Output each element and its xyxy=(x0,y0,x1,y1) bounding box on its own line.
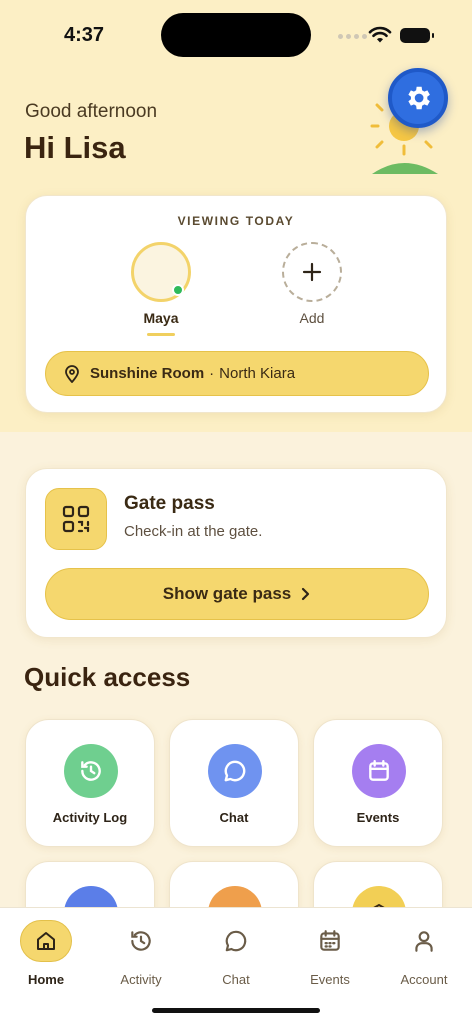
selected-child-indicator xyxy=(147,333,175,336)
nav-account[interactable]: Account xyxy=(384,920,464,987)
gear-icon xyxy=(408,86,430,110)
quick-access-tile-events[interactable]: Events xyxy=(313,719,443,847)
calendar-icon xyxy=(304,920,356,962)
bottom-navigation: Home Activity Chat Events Account xyxy=(0,907,472,1024)
tile-label: Events xyxy=(356,810,400,825)
gate-pass-subtitle: Check-in at the gate. xyxy=(124,523,263,540)
show-gate-pass-button[interactable]: Show gate pass xyxy=(45,568,429,620)
nav-activity[interactable]: Activity xyxy=(101,920,181,987)
greeting-text: Good afternoon xyxy=(25,101,158,122)
status-indicators xyxy=(338,26,438,46)
nav-events-label: Events xyxy=(310,972,350,987)
viewing-today-card: VIEWING TODAY Maya Add Sunshine Room · N… xyxy=(25,195,447,413)
calendar-icon xyxy=(352,744,406,798)
gate-pass-title: Gate pass xyxy=(124,493,215,514)
dynamic-island xyxy=(161,13,311,57)
user-greeting-name: Hi Lisa xyxy=(24,130,126,165)
quick-access-tile-activity-log[interactable]: Activity Log xyxy=(25,719,155,847)
add-child-button[interactable] xyxy=(282,242,342,302)
nav-activity-label: Activity xyxy=(120,972,162,987)
quick-access-tile-chat[interactable]: Chat xyxy=(169,719,299,847)
home-icon xyxy=(20,920,72,962)
chat-icon xyxy=(208,744,262,798)
viewing-today-label: VIEWING TODAY xyxy=(177,214,295,228)
room-selector[interactable]: Sunshine Room · North Kiara xyxy=(45,351,429,396)
tile-label: Chat xyxy=(219,810,249,825)
chat-icon xyxy=(210,920,262,962)
room-name: Sunshine Room xyxy=(90,365,205,382)
quick-access-title: Quick access xyxy=(24,662,191,692)
chevron-right-icon xyxy=(302,587,310,601)
add-child-label[interactable]: Add xyxy=(282,310,342,326)
wifi-icon xyxy=(368,26,392,43)
nav-home[interactable]: Home xyxy=(6,920,86,987)
nav-events[interactable]: Events xyxy=(290,920,370,987)
online-status-dot xyxy=(172,284,184,296)
nav-chat[interactable]: Chat xyxy=(196,920,276,987)
location-pin-icon xyxy=(64,364,80,383)
qr-code-icon xyxy=(45,488,107,550)
plus-icon xyxy=(302,262,322,282)
nav-chat-label: Chat xyxy=(222,972,250,987)
room-separator: · xyxy=(209,365,215,382)
status-time: 4:37 xyxy=(64,24,105,46)
settings-button[interactable] xyxy=(388,68,448,128)
child-name[interactable]: Maya xyxy=(131,310,191,326)
gate-pass-card: Gate pass Check-in at the gate. Show gat… xyxy=(25,468,447,638)
battery-icon xyxy=(400,28,434,43)
history-icon xyxy=(64,744,118,798)
nav-account-label: Account xyxy=(400,972,448,987)
nav-home-label: Home xyxy=(27,972,65,987)
room-location: North Kiara xyxy=(219,365,296,382)
history-icon xyxy=(115,920,167,962)
tile-label: Activity Log xyxy=(52,810,128,825)
home-indicator xyxy=(152,1008,320,1013)
show-gate-pass-label: Show gate pass xyxy=(162,584,292,603)
signal-icon xyxy=(338,34,367,39)
person-icon xyxy=(398,920,450,962)
